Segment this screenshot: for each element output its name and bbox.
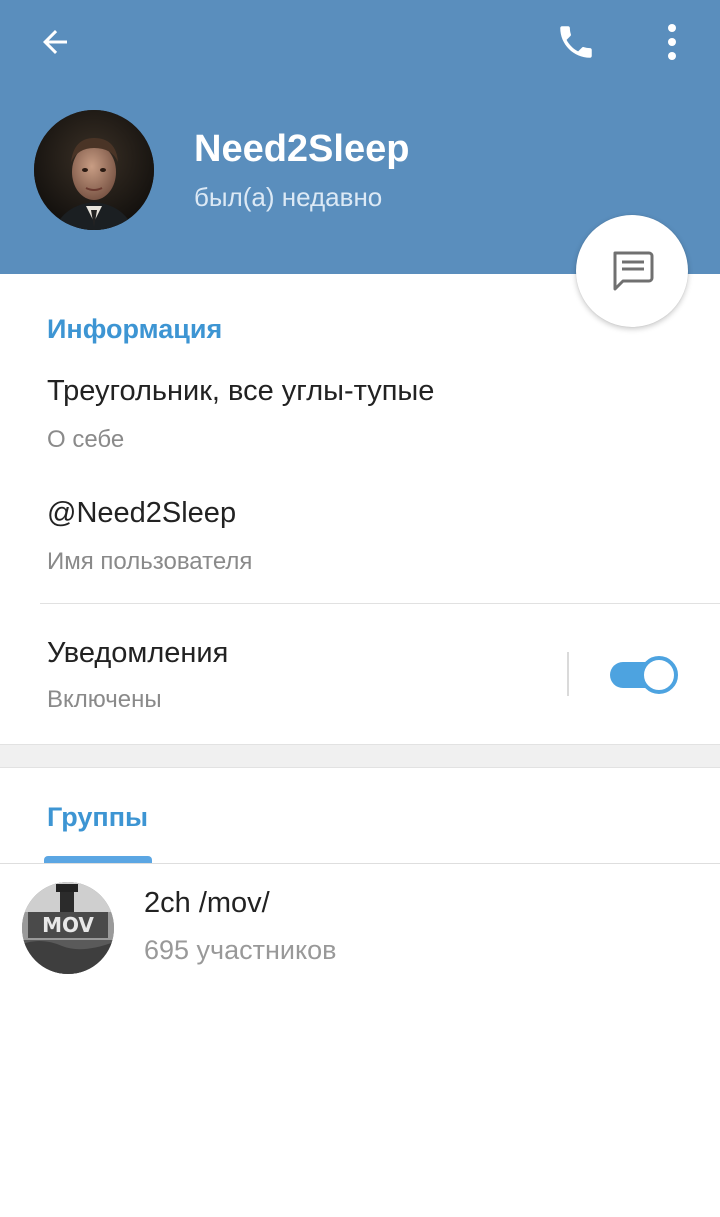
tab-groups[interactable]: Группы <box>47 802 148 833</box>
notifications-toggle[interactable] <box>610 656 678 694</box>
notifications-title: Уведомления <box>47 637 229 669</box>
group-name: 2ch /mov/ <box>144 887 270 919</box>
group-avatar-image: MOV <box>22 882 114 974</box>
more-menu-button[interactable] <box>646 14 698 70</box>
phone-icon <box>560 26 592 58</box>
avatar[interactable] <box>34 110 154 230</box>
about-label: О себе <box>47 426 125 453</box>
section-separator <box>0 744 720 768</box>
arrow-left-icon <box>43 30 67 54</box>
group-members-count: 695 участников <box>144 935 337 965</box>
profile-name: Need2Sleep <box>194 128 410 170</box>
back-button[interactable] <box>24 14 86 70</box>
more-vertical-icon <box>668 24 676 60</box>
tab-indicator <box>44 856 152 863</box>
call-button[interactable] <box>544 14 608 70</box>
username-label: Имя пользователя <box>47 548 253 575</box>
message-icon <box>613 251 654 291</box>
about-value: Треугольник, все углы-тупые <box>47 375 435 407</box>
send-message-button[interactable] <box>576 215 688 327</box>
notifications-status: Включены <box>47 686 162 713</box>
about-row: Треугольник, все углы-тупые О себе <box>0 360 720 470</box>
username-row[interactable]: @Need2Sleep Имя пользователя <box>0 482 720 597</box>
info-section-title: Информация <box>47 314 223 344</box>
username-value: @Need2Sleep <box>47 497 237 529</box>
toggle-knob <box>640 656 678 694</box>
vertical-divider <box>567 652 569 696</box>
profile-status: был(а) недавно <box>194 182 383 212</box>
avatar-photo <box>34 110 154 230</box>
group-avatar: MOV <box>22 882 114 974</box>
divider <box>0 863 720 864</box>
svg-text:MOV: MOV <box>42 913 94 937</box>
list-item[interactable]: MOV 2ch /mov/ 695 участников <box>0 865 720 985</box>
